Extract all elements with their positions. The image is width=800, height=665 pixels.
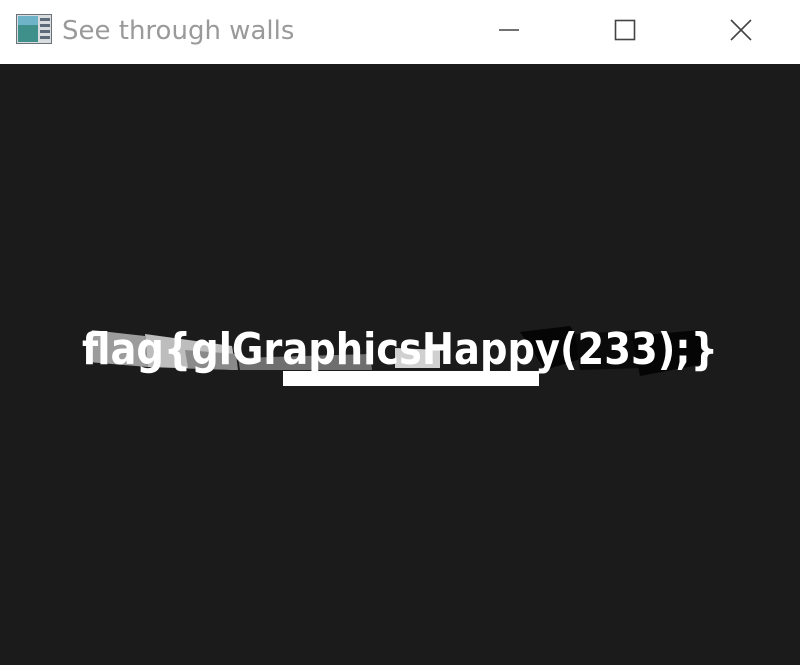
close-button[interactable] — [683, 0, 799, 60]
app-window: See through walls flag{glGraphicsHappy(2… — [0, 0, 800, 665]
window-title: See through walls — [62, 16, 295, 46]
minimize-icon — [498, 19, 520, 41]
maximize-button[interactable] — [567, 0, 683, 60]
scene-canvas: flag{glGraphicsHappy(233);} — [82, 324, 718, 386]
app-icon — [16, 14, 52, 44]
flag-text: flag{glGraphicsHappy(233);} — [82, 324, 718, 375]
maximize-icon — [614, 19, 636, 41]
minimize-button[interactable] — [451, 0, 567, 60]
title-bar[interactable]: See through walls — [0, 0, 800, 64]
close-icon — [730, 19, 752, 41]
render-viewport[interactable]: flag{glGraphicsHappy(233);} — [0, 64, 800, 665]
